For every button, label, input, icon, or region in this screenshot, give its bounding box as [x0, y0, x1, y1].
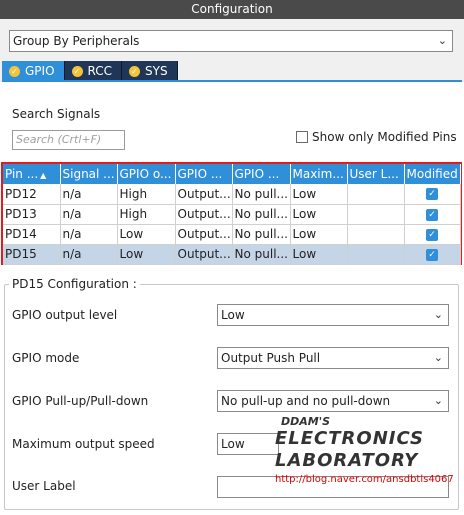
cell-pull: No pull...	[232, 244, 291, 265]
output-level-value: Low	[221, 308, 245, 322]
cell-modified[interactable]: ✓	[404, 224, 461, 245]
cell-level: High	[117, 184, 176, 205]
cell-pull: No pull...	[232, 224, 291, 245]
peripheral-tabs: ✓ GPIO ✓ RCC ✓ SYS	[2, 61, 178, 81]
table-row[interactable]: PD13 n/a High Output... No pull... Low ✓	[3, 204, 461, 225]
watermark-line2: ELECTRONICS	[275, 428, 425, 449]
cell-pin: PD12	[3, 184, 61, 205]
cell-pull: No pull...	[232, 204, 291, 225]
watermark-url: http://blog.naver.com/ansdbtls4067	[275, 474, 454, 485]
pin-table: Pin ... ▲ Signal ... GPIO o... GPIO ... G…	[1, 162, 462, 265]
table-row[interactable]: PD14 n/a Low Output... No pull... Low ✓	[3, 224, 461, 245]
cell-speed: Low	[290, 244, 348, 265]
check-circle-icon: ✓	[71, 65, 83, 77]
output-level-select[interactable]: Low ⌄	[217, 304, 449, 326]
cell-mode: Output...	[175, 224, 233, 245]
cell-user-label	[347, 184, 405, 205]
cell-modified[interactable]: ✓	[404, 204, 461, 225]
column-header-output-level[interactable]: GPIO o...	[117, 164, 176, 184]
cell-speed: Low	[290, 224, 348, 245]
cell-level: Low	[117, 224, 176, 245]
checked-checkbox-icon[interactable]: ✓	[426, 188, 438, 201]
tab-gpio[interactable]: ✓ GPIO	[2, 61, 65, 81]
cell-user-label	[347, 224, 405, 245]
cell-modified[interactable]: ✓	[404, 244, 461, 265]
watermark-line1: DDAM'S	[281, 415, 331, 428]
cell-signal: n/a	[60, 204, 118, 225]
chevron-down-icon: ⌄	[433, 308, 443, 321]
cell-modified[interactable]: ✓	[404, 184, 461, 205]
chevron-down-icon: ⌄	[437, 34, 447, 47]
max-speed-label: Maximum output speed	[12, 437, 155, 451]
pull-up-down-label: GPIO Pull-up/Pull-down	[12, 394, 149, 408]
watermark: DDAM'S ELECTRONICS LABORATORY http://blo…	[275, 415, 454, 485]
cell-signal: n/a	[60, 244, 118, 265]
check-circle-icon: ✓	[9, 65, 20, 77]
cell-user-label	[347, 244, 405, 265]
cell-user-label	[347, 204, 405, 225]
checked-checkbox-icon[interactable]: ✓	[426, 208, 438, 221]
column-header-user-label[interactable]: User L...	[347, 164, 405, 184]
gpio-mode-value: Output Push Pull	[221, 351, 321, 365]
cell-level: High	[117, 204, 176, 225]
gpio-mode-select[interactable]: Output Push Pull ⌄	[217, 347, 449, 369]
tab-sys[interactable]: ✓ SYS	[122, 61, 178, 81]
cell-pull: No pull...	[232, 184, 291, 205]
column-header-signal[interactable]: Signal ...	[60, 164, 118, 184]
user-label-label: User Label	[12, 479, 76, 493]
chevron-down-icon: ⌄	[433, 351, 443, 364]
column-header-max-speed[interactable]: Maxim...	[290, 164, 348, 184]
cell-pin: PD14	[3, 224, 61, 245]
column-header-mode[interactable]: GPIO ...	[175, 164, 233, 184]
chevron-down-icon: ⌄	[433, 394, 443, 407]
search-input[interactable]: Search (Crtl+F)	[12, 130, 125, 150]
cell-speed: Low	[290, 184, 348, 205]
column-header-pin[interactable]: Pin ... ▲	[3, 164, 61, 184]
cell-mode: Output...	[175, 184, 233, 205]
gpio-mode-label: GPIO mode	[12, 351, 80, 365]
tab-label: GPIO	[25, 64, 55, 78]
cell-mode: Output...	[175, 244, 233, 265]
cell-signal: n/a	[60, 224, 118, 245]
max-speed-value: Low	[221, 437, 245, 451]
cell-pin: PD15	[3, 244, 61, 265]
column-header-modified[interactable]: Modified	[404, 164, 461, 184]
column-header-pull[interactable]: GPIO ...	[232, 164, 291, 184]
sort-ascending-icon: ▲	[40, 171, 47, 180]
checked-checkbox-icon[interactable]: ✓	[426, 248, 438, 261]
cell-mode: Output...	[175, 204, 233, 225]
max-speed-select[interactable]: Low	[217, 433, 279, 455]
group-by-select[interactable]: Group By Peripherals ⌄	[9, 30, 453, 52]
pull-up-down-value: No pull-up and no pull-down	[221, 394, 391, 408]
search-signals-label: Search Signals	[12, 107, 101, 121]
table-row-selected[interactable]: PD15 n/a Low Output... No pull... Low ✓	[3, 244, 461, 265]
cell-signal: n/a	[60, 184, 118, 205]
output-level-label: GPIO output level	[12, 308, 118, 322]
pull-up-down-select[interactable]: No pull-up and no pull-down ⌄	[217, 390, 449, 412]
check-circle-icon: ✓	[129, 65, 141, 77]
window-title: Configuration	[0, 0, 464, 19]
show-only-modified-toggle[interactable]: Show only Modified Pins	[296, 130, 457, 144]
table-row[interactable]: PD12 n/a High Output... No pull... Low ✓	[3, 184, 461, 205]
cell-pin: PD13	[3, 204, 61, 225]
checked-checkbox-icon[interactable]: ✓	[426, 228, 438, 241]
group-by-value: Group By Peripherals	[13, 34, 140, 48]
tab-label: RCC	[87, 64, 113, 78]
config-title: PD15 Configuration :	[9, 277, 140, 291]
checkbox-icon[interactable]	[296, 131, 308, 143]
tab-label: SYS	[145, 64, 168, 78]
show-only-modified-label: Show only Modified Pins	[312, 130, 457, 144]
tab-rcc[interactable]: ✓ RCC	[64, 61, 123, 81]
watermark-line3: LABORATORY	[275, 450, 419, 471]
cell-speed: Low	[290, 204, 348, 225]
cell-level: Low	[117, 244, 176, 265]
